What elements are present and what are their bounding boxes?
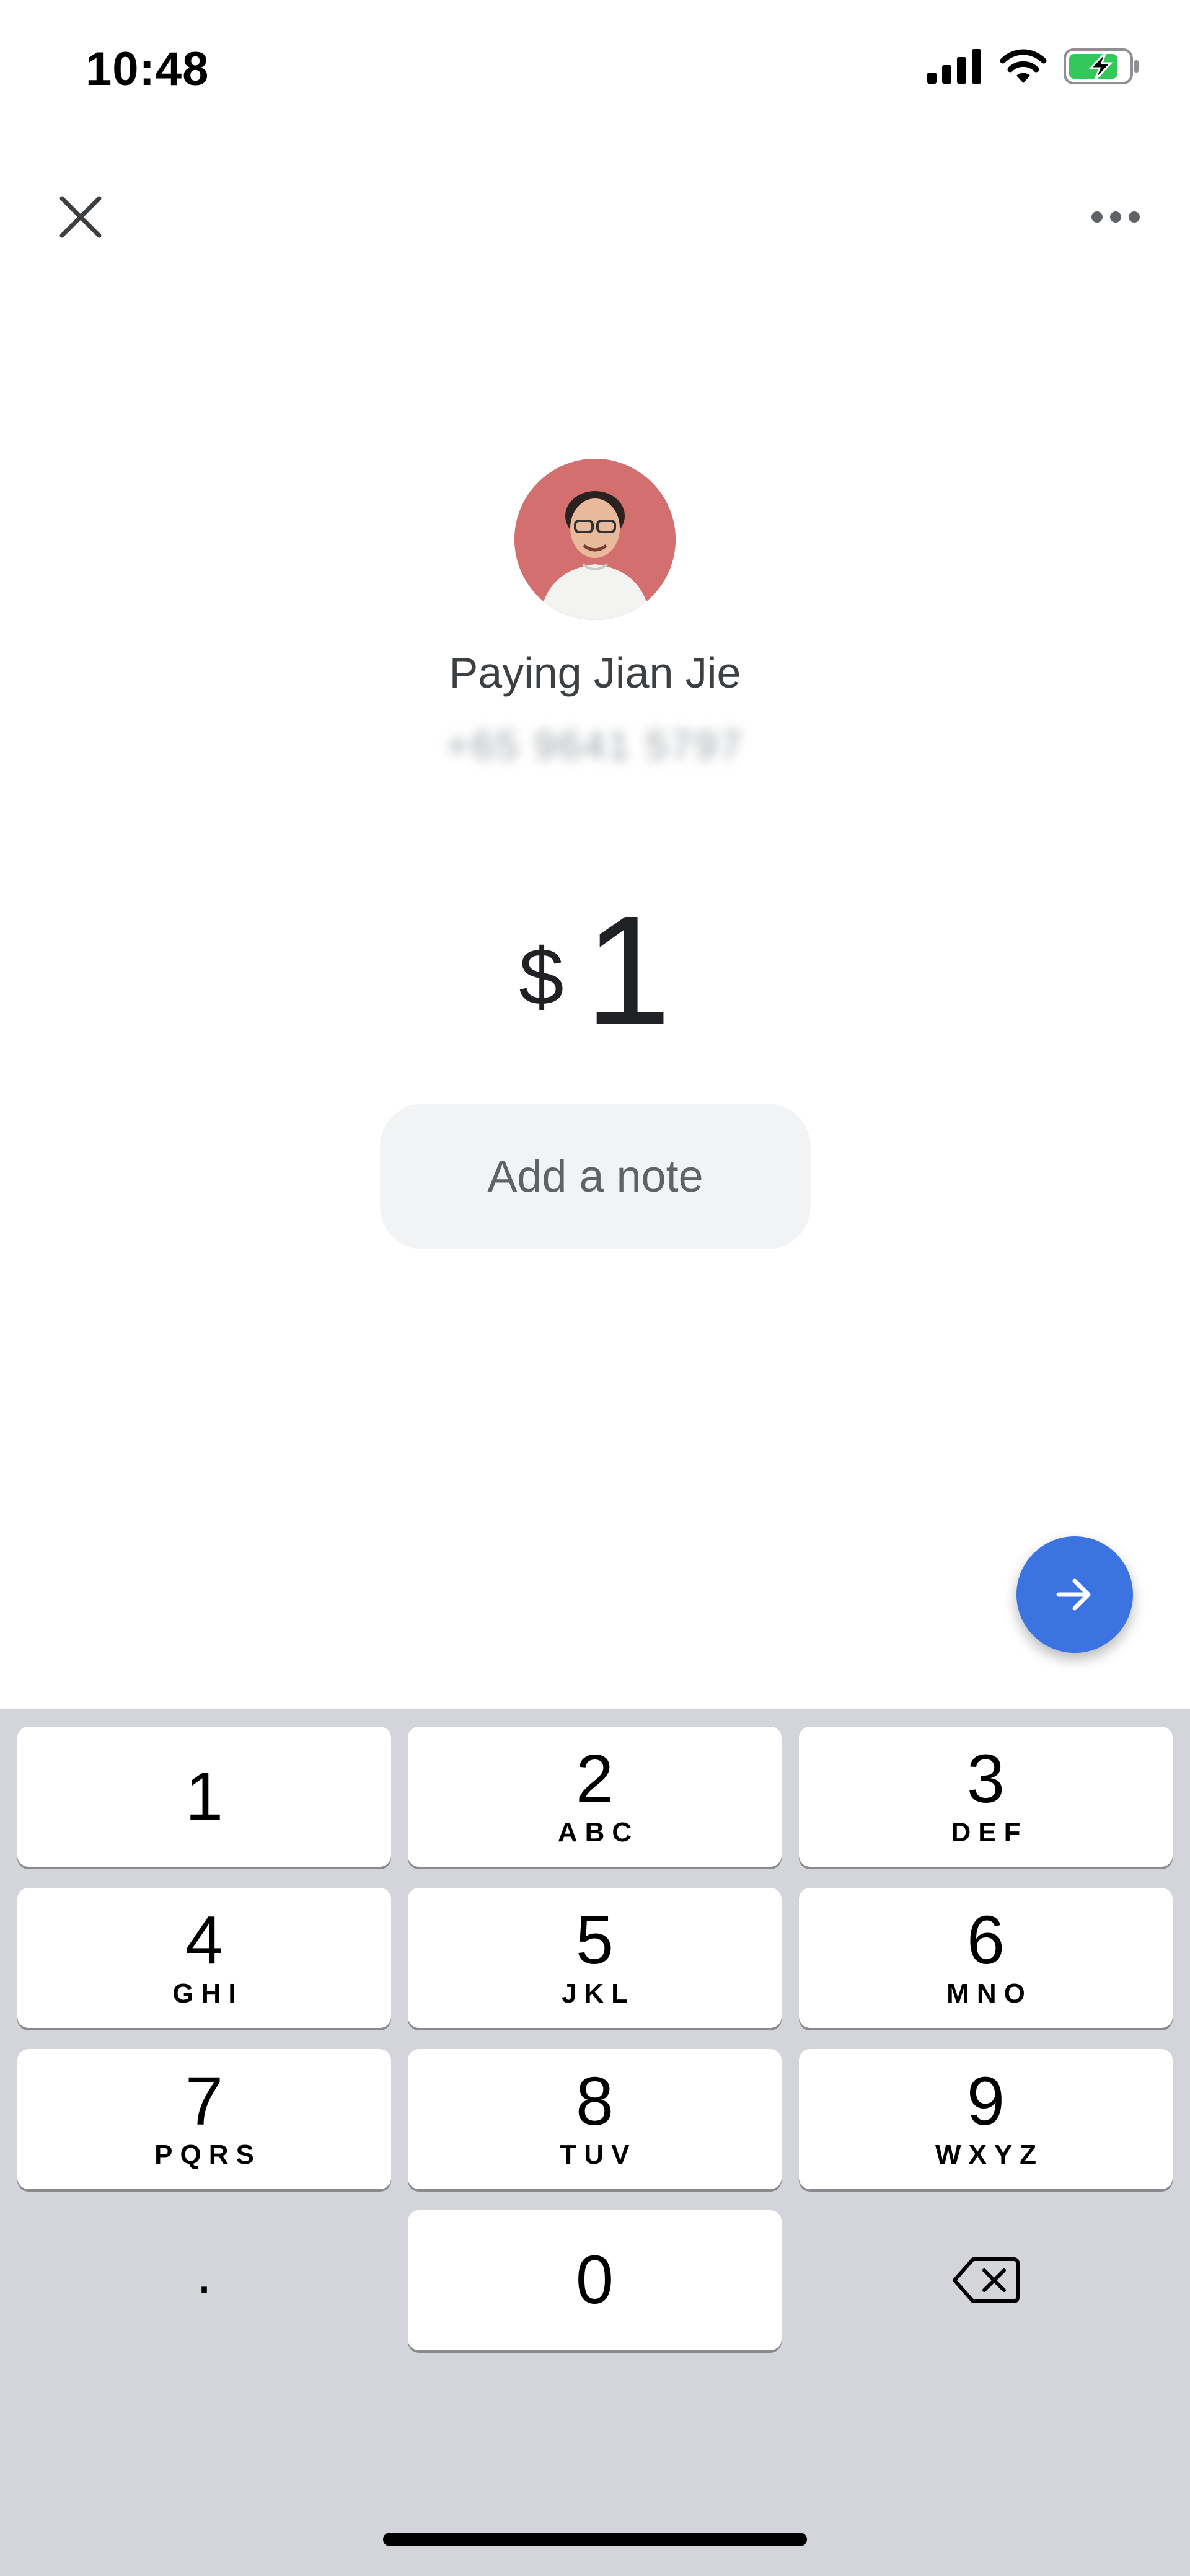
key-9[interactable]: 9 WXYZ xyxy=(799,2049,1173,2189)
key-digit: 9 xyxy=(966,2063,1005,2140)
key-letters: JKL xyxy=(561,1978,636,2009)
key-letters: DEF xyxy=(951,1817,1028,1848)
key-letters: GHI xyxy=(172,1978,244,2009)
key-letters: WXYZ xyxy=(935,2140,1044,2170)
payee-phone-number: +65 9641 5797 xyxy=(446,723,744,768)
key-digit: 8 xyxy=(575,2063,614,2140)
amount-value: 1 xyxy=(584,883,671,1056)
key-3[interactable]: 3 DEF xyxy=(799,1727,1173,1867)
arrow-right-icon xyxy=(1056,1578,1091,1611)
key-1[interactable]: 1 xyxy=(17,1727,391,1867)
key-digit: 4 xyxy=(185,1902,224,1978)
payee-avatar xyxy=(514,459,676,620)
key-digit: 0 xyxy=(575,2242,614,2318)
close-button[interactable] xyxy=(50,186,112,248)
next-button[interactable] xyxy=(1016,1536,1133,1653)
status-icons xyxy=(927,48,1140,84)
numeric-keypad: 1 2 ABC 3 DEF 4 GHI 5 JKL 6 MNO 7 PQRS 8… xyxy=(0,1709,1190,2576)
key-4[interactable]: 4 GHI xyxy=(17,1888,391,2028)
backspace-key[interactable] xyxy=(799,2210,1173,2350)
key-decimal[interactable]: . xyxy=(17,2210,391,2350)
key-letters: MNO xyxy=(946,1978,1033,2009)
home-indicator xyxy=(383,2533,807,2546)
status-bar: 10:48 xyxy=(0,0,1190,143)
battery-icon xyxy=(1064,48,1139,84)
key-6[interactable]: 6 MNO xyxy=(799,1888,1173,2028)
key-digit: 7 xyxy=(185,2063,224,2140)
wifi-icon xyxy=(1000,49,1047,83)
status-time: 10:48 xyxy=(86,43,209,95)
key-5[interactable]: 5 JKL xyxy=(408,1888,782,2028)
signal-icon xyxy=(927,49,981,84)
key-letters: TUV xyxy=(560,2140,637,2170)
more-horizontal-icon xyxy=(1091,211,1140,223)
add-note-button[interactable]: Add a note xyxy=(380,1104,811,1249)
close-icon xyxy=(60,196,102,238)
key-letters: PQRS xyxy=(154,2140,262,2170)
more-options-button[interactable] xyxy=(1078,186,1153,248)
key-digit: 5 xyxy=(575,1902,614,1978)
key-8[interactable]: 8 TUV xyxy=(408,2049,782,2189)
backspace-icon xyxy=(952,2257,1020,2303)
person-photo-icon xyxy=(514,459,676,620)
key-digit: 2 xyxy=(575,1741,614,1817)
key-digit: 6 xyxy=(966,1902,1005,1978)
currency-symbol: $ xyxy=(519,931,564,1022)
amount-display: $ 1 xyxy=(0,893,1190,1048)
key-digit: 1 xyxy=(185,1758,224,1835)
key-decimal-label: . xyxy=(196,2242,212,2305)
key-0[interactable]: 0 xyxy=(408,2210,782,2350)
key-digit: 3 xyxy=(966,1741,1005,1817)
key-2[interactable]: 2 ABC xyxy=(408,1727,782,1867)
key-7[interactable]: 7 PQRS xyxy=(17,2049,391,2189)
payee-label: Paying Jian Jie xyxy=(449,648,741,697)
key-letters: ABC xyxy=(557,1817,640,1848)
